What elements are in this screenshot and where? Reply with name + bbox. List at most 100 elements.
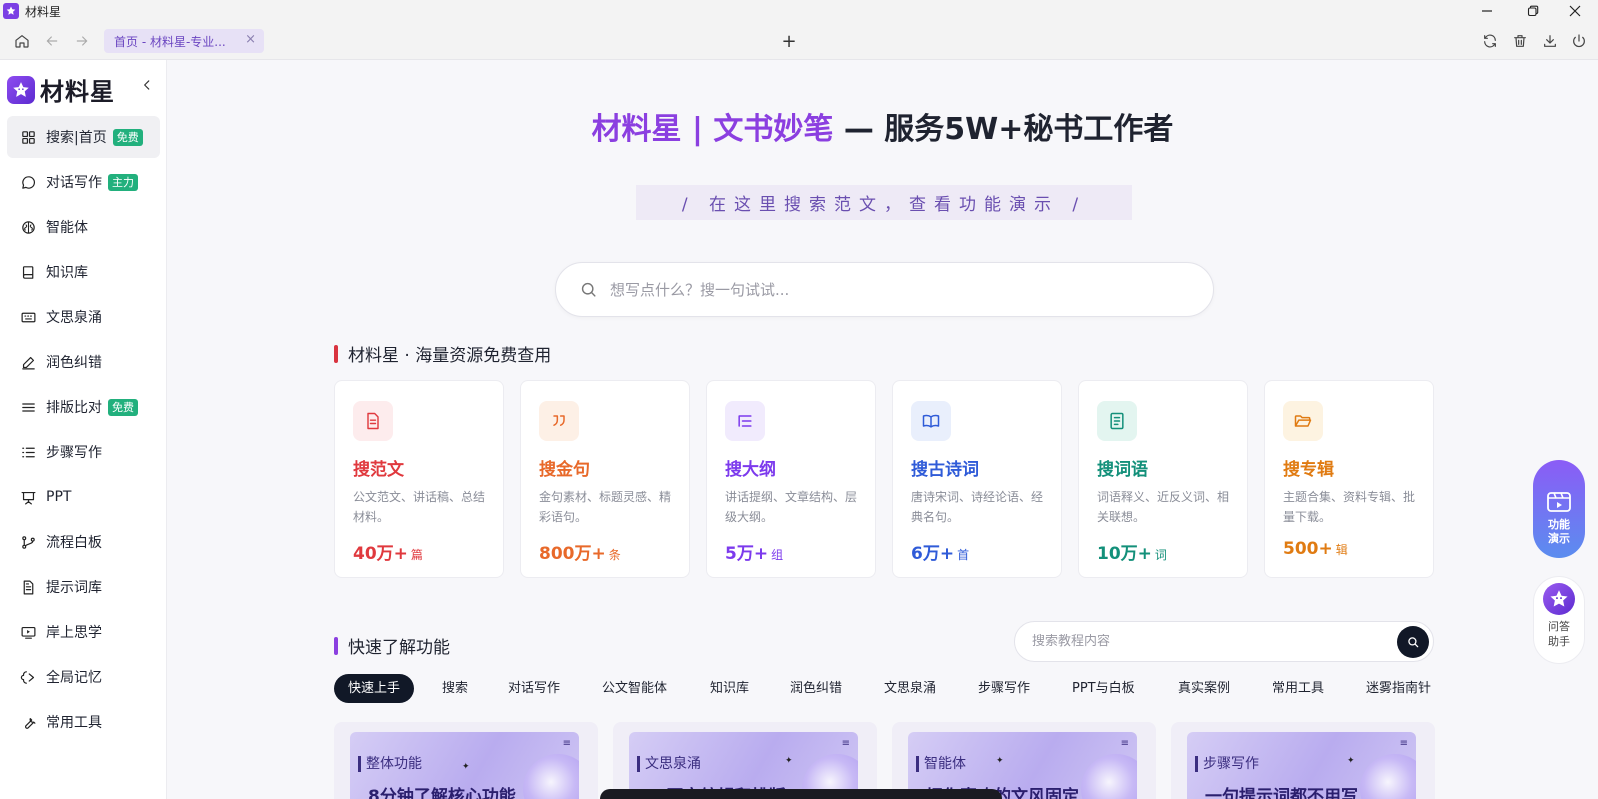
refresh-button[interactable]	[1479, 30, 1501, 52]
sidebar-item-label: 润色纠错	[46, 355, 102, 371]
sidebar-item-polish[interactable]: 润色纠错	[7, 341, 160, 383]
sidebar-item-tools[interactable]: 常用工具	[7, 701, 160, 743]
card-count-unit: 条	[608, 548, 621, 562]
new-tab-button[interactable]: +	[778, 30, 800, 52]
sidebar-item-wensi[interactable]: 文思泉涌	[7, 296, 160, 338]
video-tag: 智能体	[916, 756, 966, 772]
clear-cache-button[interactable]	[1509, 30, 1531, 52]
tab-wensi[interactable]: 文思泉涌	[870, 674, 950, 703]
card-title: 搜专辑	[1283, 460, 1334, 480]
restore-button[interactable]	[1510, 0, 1556, 22]
sidebar-item-search-home[interactable]: 搜索|首页 免费	[7, 116, 160, 158]
resource-card-gushici[interactable]: 搜古诗词 唐诗宋词、诗经论语、经典名句。 6万+ 首	[892, 380, 1062, 578]
tab-polish[interactable]: 润色纠错	[776, 674, 856, 703]
forward-button[interactable]	[71, 30, 93, 52]
sidebar-item-prompt-library[interactable]: 提示词库	[7, 566, 160, 608]
card-description: 金句素材、标题灵感、精彩语句。	[539, 490, 672, 524]
sidebar-item-learning[interactable]: 岸上思学	[7, 611, 160, 653]
tab-quick-start[interactable]: 快速上手	[334, 674, 415, 703]
floating-toolbar[interactable]	[600, 789, 1002, 799]
video-tag: 步骤写作	[1195, 756, 1259, 772]
sidebar-item-label: 岸上思学	[46, 625, 102, 641]
sidebar-item-layout-compare[interactable]: 排版比对 免费	[7, 386, 160, 428]
app-logo-icon	[3, 3, 19, 19]
lines-icon	[19, 398, 37, 416]
arrow-right-icon	[76, 36, 88, 46]
collapse-sidebar-button[interactable]	[138, 76, 156, 94]
sidebar-item-label: 对话写作	[46, 175, 102, 191]
feature-demo-button[interactable]: 功能演示	[1533, 460, 1585, 558]
sidebar-item-label: 提示词库	[46, 580, 102, 596]
tab-label: 首页 - 材料星-专业...	[114, 34, 226, 49]
section-accent-bar	[334, 636, 338, 655]
tab-chat-writing[interactable]: 对话写作	[494, 674, 574, 703]
grid-icon	[19, 128, 37, 146]
tutorial-video-card[interactable]: ≡ ✦ 整体功能 8分钟了解核心功能	[334, 722, 598, 799]
tutorial-search-box[interactable]	[1014, 621, 1434, 662]
tab-ppt-board[interactable]: PPT与白板	[1058, 674, 1149, 703]
video-thumbnail: ≡ ✦ 整体功能 8分钟了解核心功能	[350, 732, 579, 799]
sidebar-item-chat-writing[interactable]: 对话写作 主力	[7, 161, 160, 203]
resource-card-jinju[interactable]: 搜金句 金句素材、标题灵感、精彩语句。 800万+ 条	[520, 380, 690, 578]
tab-step-writing[interactable]: 步骤写作	[964, 674, 1044, 703]
tutorials-section-label: 快速了解功能	[348, 638, 450, 658]
tutorial-video-card[interactable]: ≡ ✦ 文思泉涌 AI写完编辑和排版	[613, 722, 877, 799]
tab-search[interactable]: 搜索	[428, 674, 482, 703]
sidebar-item-knowledge-base[interactable]: 知识库	[7, 251, 160, 293]
sidebar-item-ppt[interactable]: PPT	[7, 476, 160, 518]
brand[interactable]: 材料星	[7, 72, 115, 107]
resource-card-dagang[interactable]: 搜大纲 讲话提纲、文章结构、层级大纲。 5万+ 组	[706, 380, 876, 578]
sidebar-item-label: 步骤写作	[46, 445, 102, 461]
minimize-button[interactable]	[1464, 0, 1510, 22]
card-description: 唐诗宋词、诗经论语、经典名句。	[911, 490, 1044, 524]
main-badge: 主力	[108, 173, 138, 191]
card-count-unit: 组	[771, 548, 784, 562]
tab-close-button[interactable]: ×	[245, 32, 256, 47]
resource-card-zhuanji[interactable]: 搜专辑 主题合集、资料专辑、批量下载。 500+ 辑	[1264, 380, 1434, 578]
back-button[interactable]	[41, 30, 63, 52]
sidebar-item-label: 常用工具	[46, 715, 102, 731]
book-icon	[19, 263, 37, 281]
decorative-orb	[523, 754, 579, 799]
download-button[interactable]	[1539, 30, 1561, 52]
decorative-orb	[1081, 754, 1137, 799]
tutorial-video-card[interactable]: ≡ ✦ 步骤写作 一句提示词都不用写	[1171, 722, 1435, 799]
tab-home[interactable]: 首页 - 材料星-专业... ×	[104, 29, 264, 53]
file-text-icon	[353, 401, 393, 441]
card-count: 6万+ 首	[911, 539, 969, 564]
video-screen-icon	[19, 623, 37, 641]
tutorial-video-card[interactable]: ≡ ✦ 智能体 把你喜欢的文风固定	[892, 722, 1156, 799]
tab-tools[interactable]: 常用工具	[1258, 674, 1338, 703]
quote-icon	[539, 401, 579, 441]
tab-guide[interactable]: 迷雾指南针	[1352, 674, 1434, 703]
main-search-box[interactable]	[555, 262, 1214, 317]
close-window-button[interactable]	[1552, 0, 1598, 22]
resource-card-ciyu[interactable]: 搜词语 词语释义、近反义词、相关联想。 10万+ 词	[1078, 380, 1248, 578]
card-title: 搜古诗词	[911, 460, 979, 480]
power-button[interactable]	[1568, 30, 1590, 52]
card-count-value: 40万+	[353, 544, 408, 564]
sidebar-item-flow-board[interactable]: 流程白板	[7, 521, 160, 563]
home-button[interactable]	[11, 30, 33, 52]
resource-card-fanwen[interactable]: 搜范文 公文范文、讲话稿、总结材料。 40万+ 篇	[334, 380, 504, 578]
sidebar-item-global-memory[interactable]: 全局记忆	[7, 656, 160, 698]
menu-icon: ≡	[1120, 738, 1129, 749]
power-icon	[1573, 34, 1585, 48]
tab-real-cases[interactable]: 真实案例	[1164, 674, 1244, 703]
video-clip-icon	[1547, 492, 1571, 512]
tutorial-search-input[interactable]	[1032, 634, 1372, 649]
sidebar-item-agents[interactable]: 智能体	[7, 206, 160, 248]
tab-knowledge-base[interactable]: 知识库	[696, 674, 763, 703]
sidebar-item-step-writing[interactable]: 步骤写作	[7, 431, 160, 473]
chat-bubble-icon	[19, 173, 37, 191]
tab-official-agent[interactable]: 公文智能体	[588, 674, 681, 703]
brand-logo-icon	[7, 75, 35, 104]
card-count: 500+ 辑	[1283, 539, 1348, 559]
card-title: 搜范文	[353, 460, 404, 480]
tutorial-search-button[interactable]	[1397, 626, 1429, 658]
main-search-input[interactable]	[610, 280, 1170, 299]
section-accent-bar	[334, 344, 338, 363]
card-description: 主题合集、资料专辑、批量下载。	[1283, 490, 1416, 524]
brain-icon	[19, 218, 37, 236]
qa-assistant-button[interactable]: 问答助手	[1533, 576, 1585, 664]
